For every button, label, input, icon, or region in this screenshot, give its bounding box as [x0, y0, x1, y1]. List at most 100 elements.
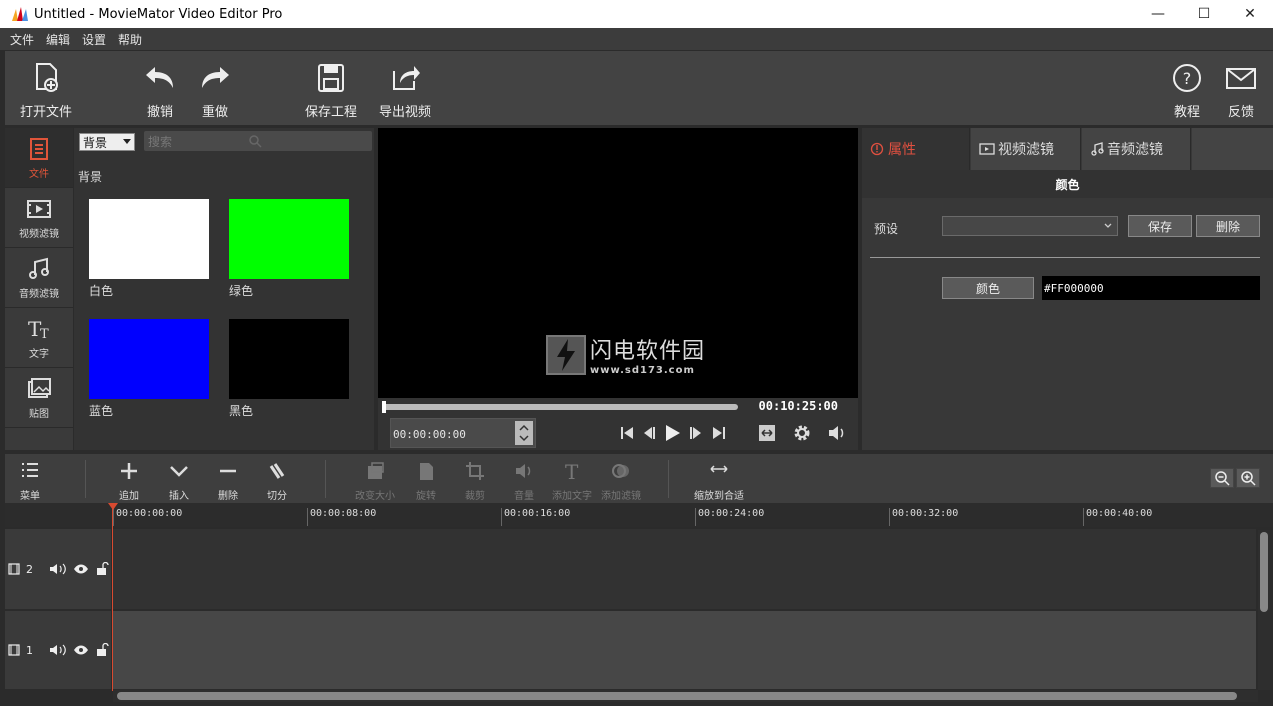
menu-file[interactable]: 文件	[4, 31, 40, 48]
ruler-tick: 00:00:24:00	[695, 508, 764, 526]
mute-icon[interactable]	[49, 562, 67, 576]
scrollbar-thumb[interactable]	[117, 692, 1237, 700]
preset-select[interactable]	[942, 216, 1118, 236]
add-filter-button[interactable]: 添加滤镜	[601, 460, 641, 502]
scrollbar-thumb[interactable]	[1260, 532, 1268, 612]
skip-to-end-button[interactable]	[708, 420, 730, 446]
tab-prop-audio-filters[interactable]: 音频滤镜	[1082, 128, 1191, 170]
eye-icon[interactable]	[73, 563, 89, 575]
menu-settings[interactable]: 设置	[76, 31, 112, 48]
timeline-ruler[interactable]: 00:00:00:00 00:00:08:00 00:00:16:00 00:0…	[5, 503, 1273, 527]
timecode-input[interactable]: 00:00:00:00	[390, 418, 536, 448]
redo-button[interactable]: 重做	[198, 61, 232, 120]
menu-edit[interactable]: 编辑	[40, 31, 76, 48]
tab-files-label: 文件	[29, 168, 49, 180]
previous-frame-button[interactable]	[638, 420, 660, 446]
scrub-bar[interactable]	[382, 401, 738, 413]
zoom-out-button[interactable]	[1210, 468, 1234, 488]
tab-stickers[interactable]: 贴图	[5, 368, 73, 428]
append-button[interactable]: 追加	[118, 460, 140, 502]
undo-icon	[146, 67, 173, 88]
properties-panel: 属性 视频滤镜 音频滤镜 颜色 预设 保存 删除 颜色 #FF000000	[862, 128, 1273, 450]
tab-text[interactable]: TT 文字	[5, 308, 73, 368]
tab-audio-filters[interactable]: 音频滤镜	[5, 248, 73, 308]
append-label: 追加	[119, 491, 139, 502]
timeline-menu-button[interactable]: 菜单	[19, 460, 41, 502]
divider	[870, 257, 1260, 258]
maximize-button[interactable]: ☐	[1181, 0, 1227, 28]
filter-icon	[612, 464, 629, 478]
volume-button[interactable]	[826, 420, 848, 446]
volume-tool-label: 音量	[514, 491, 534, 502]
swatch-blue[interactable]: 蓝色	[89, 319, 209, 419]
insert-button[interactable]: 插入	[168, 460, 190, 502]
svg-text:T: T	[565, 460, 579, 482]
swatch-white[interactable]: 白色	[89, 199, 209, 299]
fit-timeline-button[interactable]: 缩放到合适	[694, 460, 744, 502]
color-hex-field[interactable]: #FF000000	[1042, 276, 1260, 300]
resize-button[interactable]: 改变大小	[355, 460, 395, 502]
add-text-button[interactable]: T 添加文字	[552, 460, 592, 502]
insert-label: 插入	[169, 491, 189, 502]
swatch-thumbnail	[89, 199, 209, 279]
tab-video-filters[interactable]: 视频滤镜	[5, 188, 73, 248]
ruler-tick: 00:00:08:00	[307, 508, 376, 526]
open-file-button[interactable]: 打开文件	[20, 61, 72, 120]
split-button[interactable]: 切分	[266, 460, 288, 502]
unlock-icon[interactable]	[95, 643, 109, 657]
expand-icon	[759, 425, 775, 441]
tab-prop-audio-filters-label: 音频滤镜	[1107, 142, 1163, 158]
swatch-black[interactable]: 黑色	[229, 319, 349, 419]
tutorial-button[interactable]: ? 教程	[1170, 61, 1204, 120]
mute-icon[interactable]	[49, 643, 67, 657]
playhead-marker[interactable]	[108, 503, 118, 510]
play-button[interactable]	[661, 420, 683, 446]
horizontal-scrollbar[interactable]	[113, 690, 1258, 702]
open-file-icon	[36, 63, 58, 92]
minimize-button[interactable]: —	[1135, 0, 1181, 28]
video-preview[interactable]: 闪电软件园 www.sd173.com	[378, 128, 858, 398]
add-filter-label: 添加滤镜	[601, 491, 641, 502]
preset-delete-button[interactable]: 删除	[1196, 215, 1260, 237]
track-lane[interactable]	[113, 611, 1256, 689]
tab-files[interactable]: 文件	[5, 128, 73, 188]
crop-button[interactable]: 裁剪	[464, 460, 486, 502]
timecode-down-button[interactable]	[515, 432, 533, 445]
vertical-scrollbar[interactable]	[1258, 530, 1270, 690]
rotate-button[interactable]: 旋转	[415, 460, 437, 502]
category-select[interactable]: 背景	[79, 133, 135, 151]
tab-prop-video-filters[interactable]: 视频滤镜	[971, 128, 1081, 170]
properties-heading: 颜色	[862, 170, 1273, 198]
tab-properties[interactable]: 属性	[862, 128, 970, 170]
swatch-green[interactable]: 绿色	[229, 199, 349, 299]
next-frame-button[interactable]	[685, 420, 707, 446]
export-video-button[interactable]: 导出视频	[379, 61, 431, 120]
feedback-button[interactable]: 反馈	[1224, 61, 1258, 120]
color-picker-button[interactable]: 颜色	[942, 277, 1034, 299]
playhead-line[interactable]	[112, 505, 113, 691]
preset-save-button[interactable]: 保存	[1128, 215, 1192, 237]
skip-start-icon	[621, 427, 633, 439]
unlock-icon[interactable]	[95, 562, 109, 576]
track-lane[interactable]	[113, 529, 1256, 609]
zoom-in-button[interactable]	[1236, 468, 1260, 488]
file-icon	[30, 137, 48, 160]
eye-icon[interactable]	[73, 644, 89, 656]
fit-screen-button[interactable]	[756, 420, 778, 446]
volume-tool-button[interactable]: 音量	[513, 460, 535, 502]
play-icon	[666, 425, 680, 441]
save-icon	[318, 64, 344, 92]
menu-help[interactable]: 帮助	[112, 31, 148, 48]
ruler-tick: 00:00:16:00	[501, 508, 570, 526]
search-input[interactable]: 搜索	[144, 131, 372, 151]
skip-to-start-button[interactable]	[616, 420, 638, 446]
close-button[interactable]: ✕	[1227, 0, 1273, 28]
scrub-handle[interactable]	[382, 401, 386, 413]
redo-icon	[202, 67, 229, 88]
settings-button[interactable]	[791, 420, 813, 446]
remove-button[interactable]: 删除	[217, 460, 239, 502]
save-project-button[interactable]: 保存工程	[305, 61, 357, 120]
undo-button[interactable]: 撤销	[143, 61, 177, 120]
ruler-tick: 00:00:00:00	[113, 508, 182, 526]
timeline-toolbar: 菜单 追加 插入 删除 切分 改变大小 旋转 裁剪 音量 T 添加文字 添加滤镜	[5, 454, 1273, 503]
